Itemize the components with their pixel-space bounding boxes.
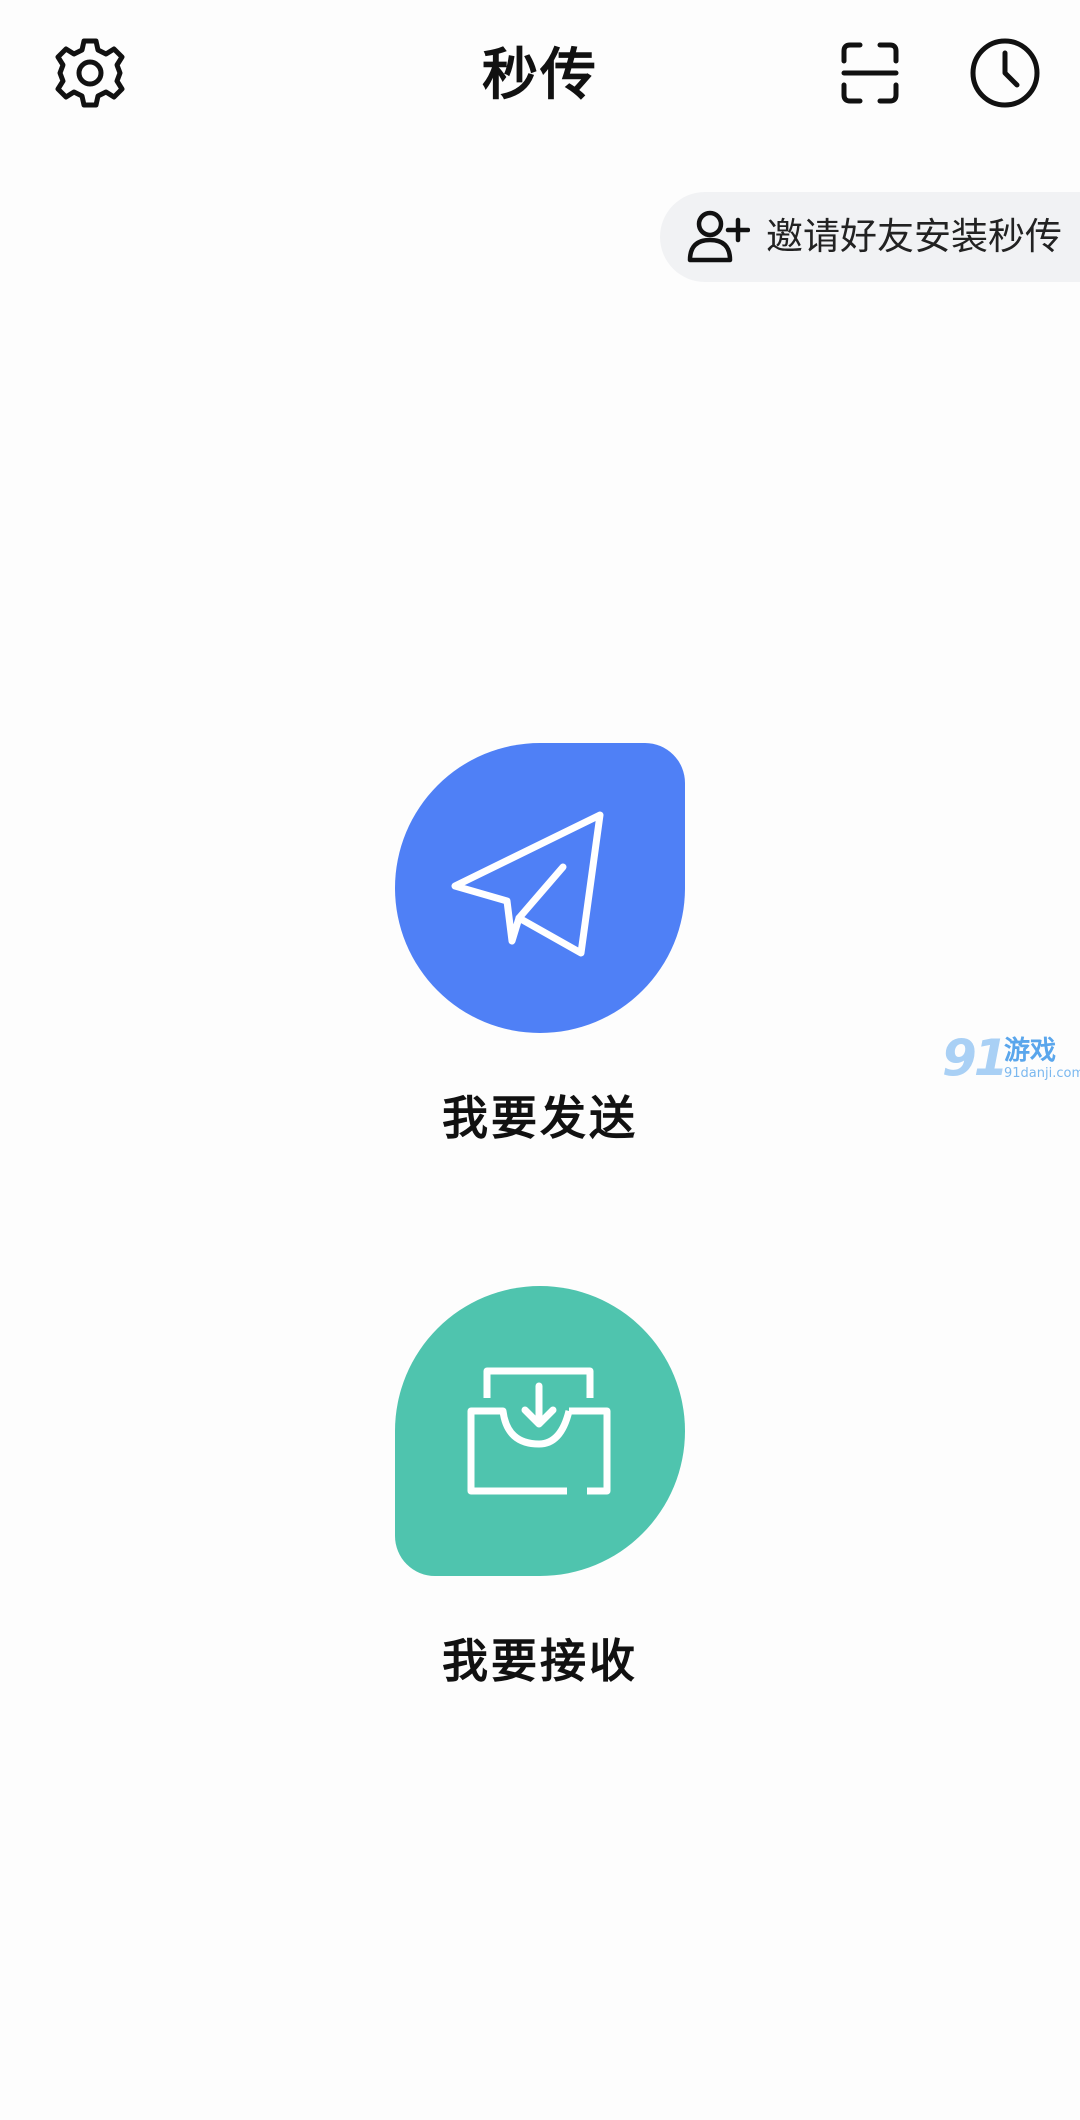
history-button[interactable] xyxy=(965,33,1045,113)
invite-label: 邀请好友安装秒传 xyxy=(766,215,1062,258)
paper-plane-icon xyxy=(451,811,604,957)
top-bar: 秒传 xyxy=(0,0,1080,150)
watermark-site: 91danji.com xyxy=(1004,1066,1080,1081)
scan-icon xyxy=(841,42,899,104)
send-button[interactable] xyxy=(395,743,685,1033)
clock-icon xyxy=(970,38,1040,108)
scan-button[interactable] xyxy=(830,33,910,113)
receive-button[interactable] xyxy=(395,1286,685,1576)
person-add-icon xyxy=(687,210,750,263)
settings-button[interactable] xyxy=(50,33,130,113)
page-title: 秒传 xyxy=(482,43,598,108)
gear-icon xyxy=(55,38,125,108)
watermark-digits: 91 xyxy=(942,1029,1009,1087)
invite-friends-button[interactable]: 邀请好友安装秒传 xyxy=(660,192,1080,282)
receive-action[interactable]: 我要接收 xyxy=(395,1286,685,1691)
send-label: 我要发送 xyxy=(442,1091,638,1145)
watermark-logo: 91 游戏 91danji.com xyxy=(942,1029,1080,1090)
receive-label: 我要接收 xyxy=(442,1634,638,1688)
inbox-download-icon xyxy=(467,1367,611,1495)
send-action[interactable]: 我要发送 xyxy=(395,743,685,1148)
watermark-word: 游戏 xyxy=(1004,1036,1057,1066)
